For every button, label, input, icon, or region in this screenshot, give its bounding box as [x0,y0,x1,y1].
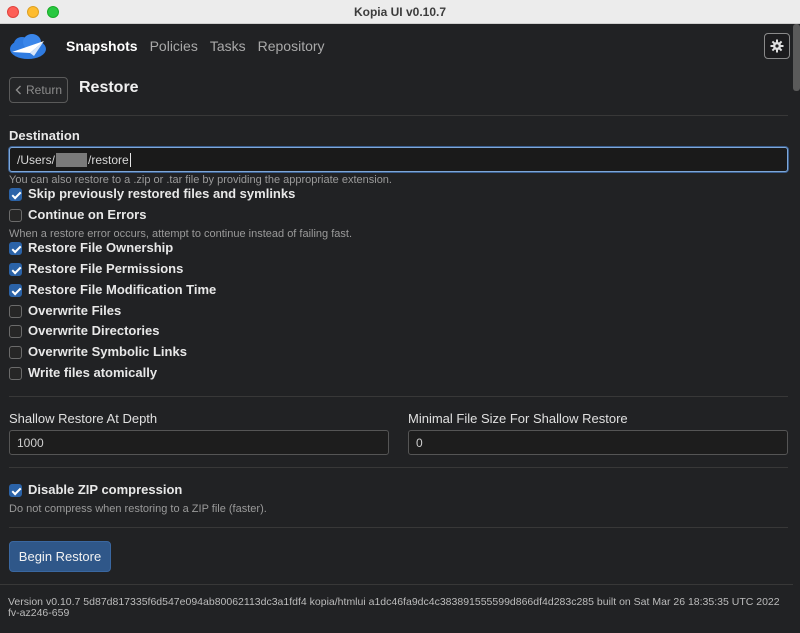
option-label: Restore File Modification Time [28,281,217,297]
option-disable-zip[interactable]: Disable ZIP compression [9,481,182,497]
return-label: Return [25,83,63,97]
nav-links: Snapshots Policies Tasks Repository [66,38,337,54]
option-label: Disable ZIP compression [28,481,183,497]
option-label: Overwrite Symbolic Links [28,343,187,359]
option-label: Skip previously restored files and symli… [28,185,296,201]
minimize-window-button[interactable] [27,6,39,18]
zoom-window-button[interactable] [47,6,59,18]
nav-snapshots[interactable]: Snapshots [66,38,138,54]
option-restore-ownership[interactable]: Restore File Ownership [9,239,173,255]
restore-mtime-checkbox[interactable] [9,284,22,297]
divider [9,396,788,397]
kopia-logo-icon[interactable] [8,33,48,61]
overwrite-symlinks-checkbox[interactable] [9,346,22,359]
disable-zip-help: Do not compress when restoring to a ZIP … [9,503,267,515]
min-file-size-label: Minimal File Size For Shallow Restore [408,411,628,426]
gear-icon [770,39,784,53]
settings-button[interactable] [764,33,790,59]
option-overwrite-files[interactable]: Overwrite Files [9,302,121,318]
option-label: Restore File Permissions [28,260,184,276]
min-file-size-input[interactable]: 0 [408,430,788,455]
close-window-button[interactable] [7,6,19,18]
page-title: Restore [79,79,139,96]
window-titlebar: Kopia UI v0.10.7 [0,0,800,24]
nav-tasks[interactable]: Tasks [210,38,246,54]
window-controls [7,6,59,18]
option-restore-mtime[interactable]: Restore File Modification Time [9,281,216,297]
option-overwrite-symlinks[interactable]: Overwrite Symbolic Links [9,343,187,359]
restore-permissions-checkbox[interactable] [9,263,22,276]
option-write-atomically[interactable]: Write files atomically [9,364,157,380]
shallow-depth-label: Shallow Restore At Depth [9,411,158,426]
overwrite-directories-checkbox[interactable] [9,325,22,338]
destination-value-suffix: /restore [88,152,129,167]
option-label: Overwrite Files [28,302,122,318]
option-label: Write files atomically [28,364,158,380]
version-footer: Version v0.10.7 5d87d817335f6d547e094ab8… [8,596,780,619]
destination-input[interactable]: /Users/ /restore [9,147,788,172]
window-title: Kopia UI v0.10.7 [353,4,447,19]
begin-restore-button[interactable]: Begin Restore [9,541,111,572]
redacted-username [56,152,88,167]
divider [9,467,788,468]
destination-label: Destination [9,128,80,143]
text-caret [129,152,131,167]
option-skip-restored[interactable]: Skip previously restored files and symli… [9,185,295,201]
disable-zip-checkbox[interactable] [9,484,22,497]
divider [9,527,788,528]
continue-on-errors-checkbox[interactable] [9,209,22,222]
overwrite-files-checkbox[interactable] [9,305,22,318]
top-navbar: Snapshots Policies Tasks Repository [0,24,800,70]
option-restore-permissions[interactable]: Restore File Permissions [9,260,183,276]
option-overwrite-directories[interactable]: Overwrite Directories [9,322,160,338]
divider [9,115,788,116]
write-atomically-checkbox[interactable] [9,367,22,380]
divider [0,584,793,585]
restore-ownership-checkbox[interactable] [9,242,22,255]
chevron-left-icon [15,85,21,95]
nav-policies[interactable]: Policies [150,38,198,54]
nav-repository[interactable]: Repository [258,38,325,54]
option-continue-on-errors[interactable]: Continue on Errors [9,206,146,222]
shallow-depth-input[interactable]: 1000 [9,430,389,455]
skip-restored-checkbox[interactable] [9,188,22,201]
option-label: Restore File Ownership [28,239,174,255]
return-button[interactable]: Return [9,77,68,103]
option-label: Overwrite Directories [28,322,160,338]
option-label: Continue on Errors [28,206,147,222]
destination-value-prefix: /Users/ [17,152,56,167]
